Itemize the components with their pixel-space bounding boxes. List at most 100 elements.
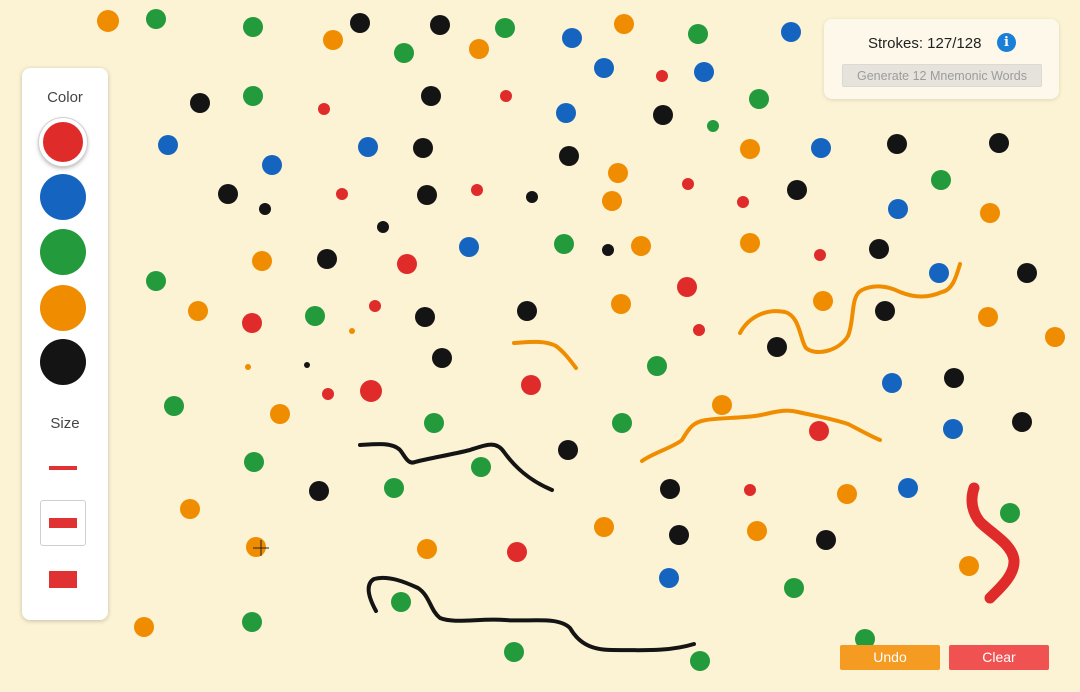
- dot-stroke: [980, 203, 1000, 223]
- color-swatch-blue[interactable]: [40, 174, 86, 220]
- color-swatch-orange[interactable]: [40, 285, 86, 331]
- dot-stroke: [471, 184, 483, 196]
- dot-stroke: [781, 22, 801, 42]
- dot-stroke: [660, 479, 680, 499]
- dot-stroke: [305, 306, 325, 326]
- dot-stroke: [317, 249, 337, 269]
- dot-stroke: [350, 13, 370, 33]
- orange-stroke: [640, 408, 882, 463]
- dot-stroke: [690, 651, 710, 671]
- dot-stroke: [556, 103, 576, 123]
- dot-stroke: [602, 244, 614, 256]
- dot-stroke: [244, 452, 264, 472]
- dot-stroke: [712, 395, 732, 415]
- dot-stroke: [495, 18, 515, 38]
- dot-stroke: [243, 86, 263, 106]
- dot-stroke: [554, 234, 574, 254]
- dot-stroke: [1012, 412, 1032, 432]
- dot-stroke: [259, 203, 271, 215]
- dot-stroke: [989, 133, 1009, 153]
- dot-stroke: [417, 539, 437, 559]
- drawing-canvas[interactable]: [0, 0, 1080, 692]
- size-option-medium[interactable]: [40, 500, 86, 546]
- freehand-strokes: [358, 262, 1020, 653]
- dot-stroke: [1000, 503, 1020, 523]
- dot-stroke: [97, 10, 119, 32]
- dot-stroke: [653, 105, 673, 125]
- dot-stroke: [659, 568, 679, 588]
- generate-mnemonic-button[interactable]: Generate 12 Mnemonic Words: [842, 64, 1042, 87]
- dot-stroke: [744, 484, 756, 496]
- color-swatch-green[interactable]: [40, 229, 86, 275]
- clear-button[interactable]: Clear: [949, 645, 1049, 670]
- dot-stroke: [767, 337, 787, 357]
- dot-stroke: [134, 617, 154, 637]
- size-heading: Size: [50, 415, 80, 432]
- dot-stroke: [647, 356, 667, 376]
- dot-stroke: [612, 413, 632, 433]
- dot-stroke: [677, 277, 697, 297]
- dot-stroke: [349, 328, 355, 334]
- dot-stroke: [500, 90, 512, 102]
- dot-stroke: [594, 58, 614, 78]
- color-swatch-black[interactable]: [40, 339, 86, 385]
- stroke-dots: [97, 9, 1065, 671]
- dot-stroke: [944, 368, 964, 388]
- dot-stroke: [737, 196, 749, 208]
- dot-stroke: [304, 362, 310, 368]
- dot-stroke: [318, 103, 330, 115]
- status-panel: Strokes: 127/128 i Generate 12 Mnemonic …: [824, 19, 1059, 99]
- dot-stroke: [882, 373, 902, 393]
- dot-stroke: [336, 188, 348, 200]
- dot-stroke: [837, 484, 857, 504]
- dot-stroke: [432, 348, 452, 368]
- undo-button[interactable]: Undo: [840, 645, 940, 670]
- dot-stroke: [562, 28, 582, 48]
- dot-stroke: [747, 521, 767, 541]
- dot-stroke: [1045, 327, 1065, 347]
- dot-stroke: [693, 324, 705, 336]
- dot-stroke: [413, 138, 433, 158]
- dot-stroke: [243, 17, 263, 37]
- dot-stroke: [323, 30, 343, 50]
- dot-stroke: [869, 239, 889, 259]
- dot-stroke: [813, 291, 833, 311]
- dot-stroke: [898, 478, 918, 498]
- dot-stroke: [694, 62, 714, 82]
- dot-stroke: [384, 478, 404, 498]
- dot-stroke: [784, 578, 804, 598]
- dot-stroke: [602, 191, 622, 211]
- dot-stroke: [421, 86, 441, 106]
- dot-stroke: [614, 14, 634, 34]
- dot-stroke: [656, 70, 668, 82]
- orange-stroke: [512, 339, 578, 370]
- info-icon[interactable]: i: [997, 33, 1016, 52]
- dot-stroke: [931, 170, 951, 190]
- dot-stroke: [749, 89, 769, 109]
- dot-stroke: [740, 233, 760, 253]
- dot-stroke: [246, 537, 266, 557]
- tool-palette: Color Size: [22, 68, 108, 620]
- dot-stroke: [158, 135, 178, 155]
- size-large-bar: [49, 570, 77, 588]
- dot-stroke: [608, 163, 628, 183]
- dot-stroke: [816, 530, 836, 550]
- dot-stroke: [517, 301, 537, 321]
- dot-stroke: [358, 137, 378, 157]
- color-swatch-red[interactable]: [39, 118, 87, 166]
- dot-stroke: [507, 542, 527, 562]
- dot-stroke: [875, 301, 895, 321]
- dot-stroke: [252, 251, 272, 271]
- dot-stroke: [397, 254, 417, 274]
- dot-stroke: [360, 380, 382, 402]
- dot-stroke: [270, 404, 290, 424]
- dot-stroke: [424, 413, 444, 433]
- dot-stroke: [504, 642, 524, 662]
- size-option-large[interactable]: [40, 556, 86, 602]
- dot-stroke: [631, 236, 651, 256]
- dot-stroke: [887, 134, 907, 154]
- dot-stroke: [811, 138, 831, 158]
- dot-stroke: [814, 249, 826, 261]
- dot-stroke: [430, 15, 450, 35]
- size-option-small[interactable]: [40, 445, 86, 491]
